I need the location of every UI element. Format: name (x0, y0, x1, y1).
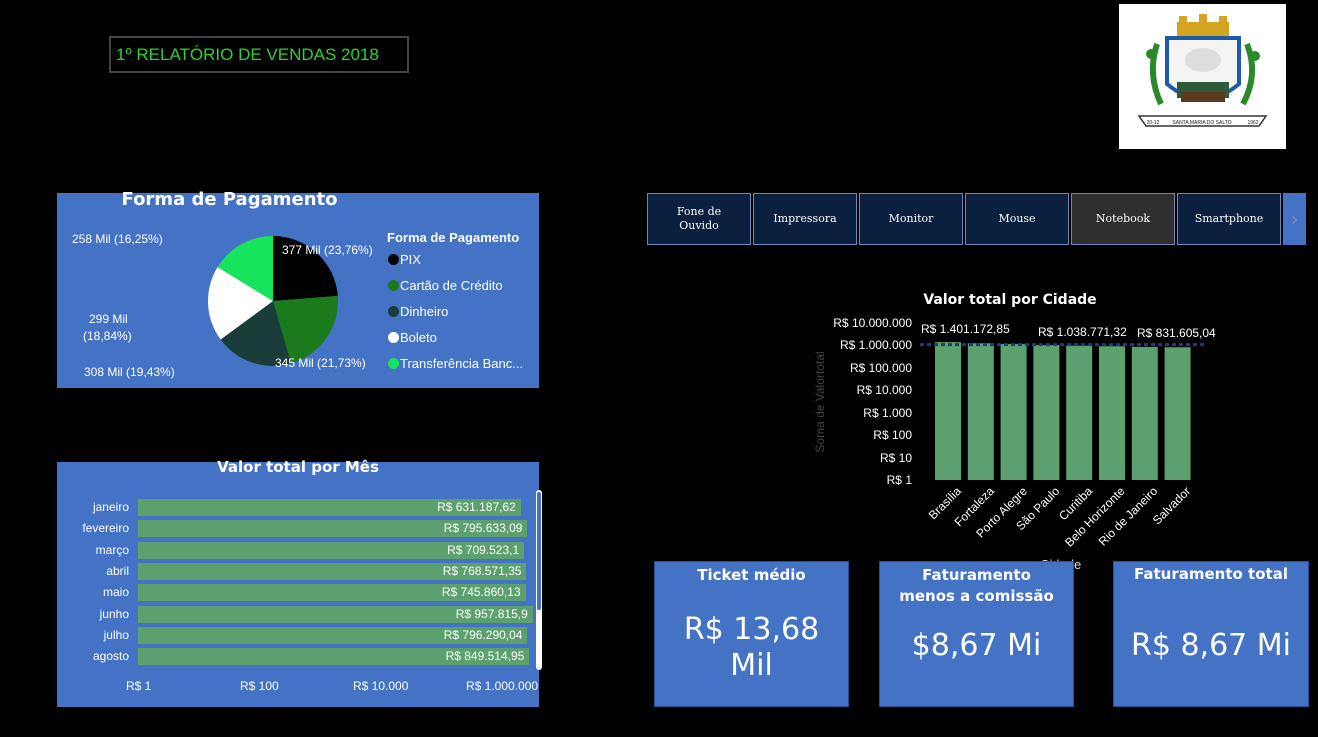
bar[interactable] (1066, 345, 1093, 480)
kpi-value-unit: Mil (730, 648, 773, 683)
data-label: R$ 1.401.172,85 (921, 322, 1010, 336)
bar[interactable] (1131, 346, 1158, 480)
bar[interactable] (1033, 345, 1060, 480)
bar[interactable] (935, 342, 961, 480)
data-label: R$ 831.605,04 (1137, 326, 1216, 340)
bar[interactable] (1099, 346, 1125, 480)
x-tick: R$ 10.000 (353, 679, 409, 693)
data-label: R$ 849.514,95 (445, 649, 525, 664)
bar[interactable] (1000, 344, 1027, 480)
x-tick: R$ 1.000.000 (466, 679, 539, 693)
bar[interactable] (967, 343, 994, 480)
bar-row: junho R$ 957.815,9 (57, 605, 539, 623)
kpi-title: Ticket médio (697, 566, 806, 584)
city-bar-chart (920, 342, 1205, 480)
x-tick: R$ 100 (240, 679, 279, 693)
kpi-value: R$ 13,68 (683, 612, 820, 647)
data-label: R$ 745.860,13 (441, 585, 521, 600)
kpi-card-average-ticket: Ticket médio R$ 13,68 Mil (654, 561, 849, 707)
data-label: R$ 796.290,04 (443, 627, 523, 642)
kpi-title-line2: menos a comissão (899, 587, 1054, 605)
kpi-title: Faturamento total (1134, 565, 1288, 583)
bar-row: julho R$ 796.290,04 (57, 626, 539, 644)
data-label: R$ 1.038.771,32 (1038, 325, 1127, 339)
data-label: R$ 768.571,35 (442, 563, 522, 578)
bar-row: agosto R$ 849.514,95 (57, 648, 539, 666)
kpi-value: $8,67 Mi (911, 628, 1042, 663)
data-label: R$ 957.815,9 (455, 606, 528, 621)
bar[interactable] (1164, 347, 1191, 480)
x-tick: R$ 1 (126, 679, 152, 693)
kpi-title: Faturamento (922, 566, 1031, 584)
kpi-card-total-revenue: Faturamento total R$ 8,67 Mi (1113, 561, 1309, 707)
kpi-card-revenue-minus-commission: Faturamento menos a comissão $8,67 Mi (879, 561, 1074, 707)
bar-row: maio R$ 745.860,13 (57, 584, 539, 602)
bar-row: abril R$ 768.571,35 (57, 562, 539, 580)
kpi-value: R$ 8,67 Mi (1130, 628, 1292, 663)
